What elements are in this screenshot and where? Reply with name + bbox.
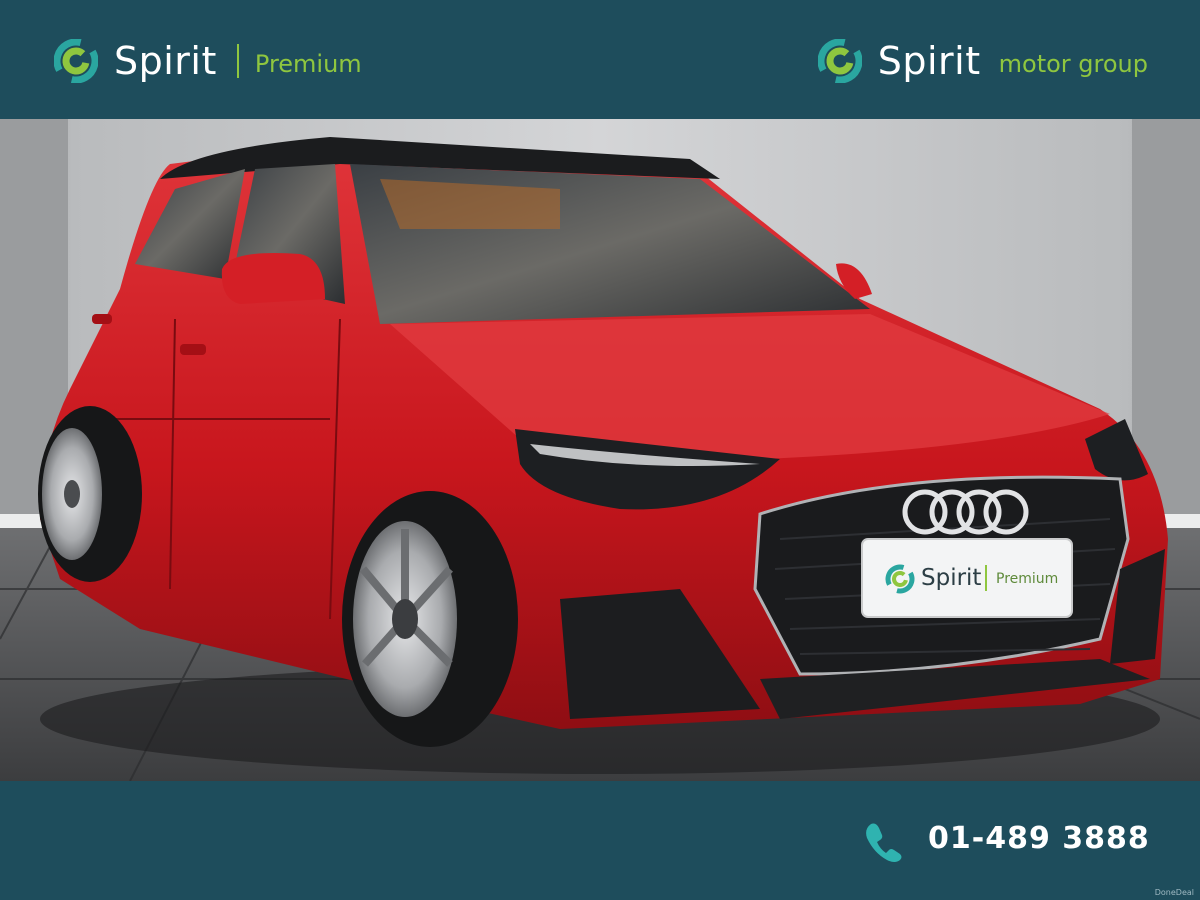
- spirit-premium-logo: Spirit Premium: [54, 38, 362, 84]
- car-image: Spirit Premium: [0, 119, 1200, 781]
- spirit-swirl-icon: [54, 39, 98, 83]
- bottom-banner: 01-489 3888 DoneDeal: [0, 781, 1200, 900]
- brand-name: Spirit: [114, 39, 217, 83]
- spirit-swirl-icon: [817, 39, 862, 83]
- rear-wheel: [38, 406, 142, 582]
- plate-brand-name: Spirit: [921, 565, 981, 591]
- car-photo: Spirit Premium: [0, 119, 1200, 781]
- brand-subtitle: Premium: [254, 50, 362, 78]
- front-wheel: [342, 491, 518, 747]
- phone-number[interactable]: 01-489 3888: [928, 821, 1150, 856]
- brand-divider: [236, 44, 239, 78]
- brand-name: Spirit: [877, 39, 981, 83]
- plate-brand-subtitle: Premium: [996, 571, 1058, 587]
- top-banner: Spirit Premium Spirit motor group: [0, 0, 1200, 119]
- spirit-motor-group-logo: Spirit motor group: [817, 38, 1148, 84]
- watermark: DoneDeal: [1154, 888, 1194, 897]
- phone-icon: [866, 823, 902, 862]
- brand-subtitle: motor group: [998, 50, 1148, 78]
